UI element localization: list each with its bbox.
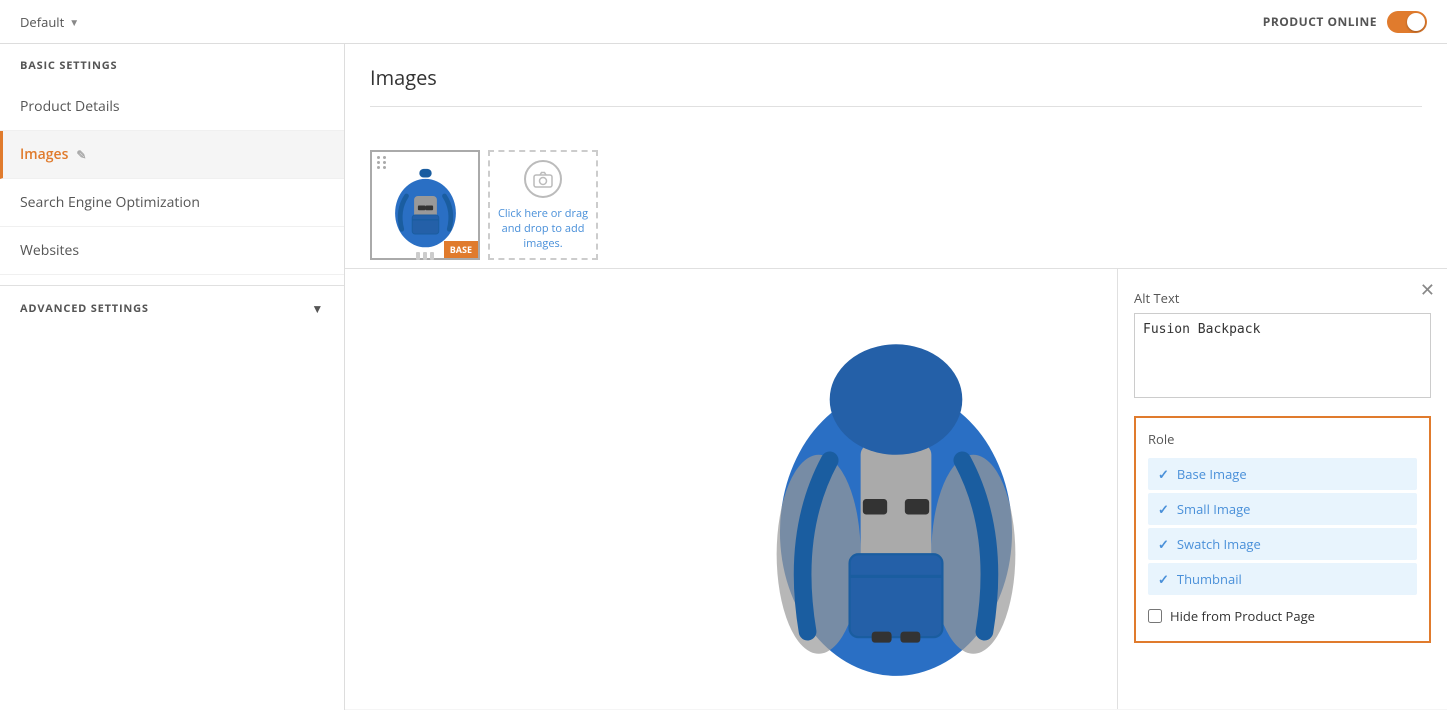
store-selector[interactable]: Default ▼ [20, 13, 79, 31]
sidebar-item-product-details[interactable]: Product Details [0, 83, 344, 131]
drag-handle-icon [377, 156, 387, 169]
role-item-swatch-image[interactable]: ✓ Swatch Image [1148, 528, 1417, 560]
large-preview-area: ✕ Alt Text Fusion Backpack Role ✓ Base I… [345, 269, 1447, 709]
role-label: Role [1148, 430, 1417, 448]
hide-label[interactable]: Hide from Product Page [1170, 607, 1315, 625]
role-label-small: Small Image [1177, 500, 1251, 518]
chevron-down-icon: ▼ [311, 300, 324, 317]
basic-settings-label: BASIC SETTINGS [0, 44, 344, 83]
sidebar-item-label: Websites [20, 241, 79, 260]
camera-icon [524, 160, 562, 198]
check-icon-base: ✓ [1158, 465, 1169, 483]
content-area: Images [345, 44, 1447, 710]
product-online-label: PRODUCT ONLINE [1263, 13, 1377, 30]
product-image-thumb [378, 158, 473, 253]
alt-text-input[interactable]: Fusion Backpack [1134, 313, 1431, 398]
add-image-button[interactable]: Click here or drag and drop to add image… [488, 150, 598, 260]
sidebar-item-label: Product Details [20, 97, 120, 116]
hide-checkbox[interactable] [1148, 609, 1162, 623]
role-section: Role ✓ Base Image ✓ Small Image ✓ Swatch… [1134, 416, 1431, 643]
role-item-small-image[interactable]: ✓ Small Image [1148, 493, 1417, 525]
advanced-settings-section[interactable]: ADVANCED SETTINGS ▼ [0, 285, 344, 331]
images-header-panel: Images [345, 44, 1447, 142]
check-icon-thumbnail: ✓ [1158, 570, 1169, 588]
images-title: Images [370, 64, 1422, 107]
role-label-swatch: Swatch Image [1177, 535, 1261, 553]
base-badge: BASE [444, 241, 478, 258]
images-strip: BASE Click here or drag and dro [345, 142, 1447, 269]
role-item-base-image[interactable]: ✓ Base Image [1148, 458, 1417, 490]
sidebar-item-seo[interactable]: Search Engine Optimization [0, 179, 344, 227]
close-button[interactable]: ✕ [1420, 281, 1435, 299]
sidebar-item-label: Images [20, 145, 68, 164]
role-item-thumbnail[interactable]: ✓ Thumbnail [1148, 563, 1417, 595]
check-icon-swatch: ✓ [1158, 535, 1169, 553]
right-panel: ✕ Alt Text Fusion Backpack Role ✓ Base I… [1117, 269, 1447, 709]
image-thumbnail[interactable]: BASE [370, 150, 480, 260]
top-bar: Default ▼ PRODUCT ONLINE [0, 0, 1447, 44]
alt-text-label: Alt Text [1134, 289, 1431, 307]
drag-indicator [410, 252, 440, 260]
sidebar-item-label: Search Engine Optimization [20, 193, 200, 212]
check-icon-small: ✓ [1158, 500, 1169, 518]
edit-icon[interactable]: ✎ [76, 146, 86, 163]
product-image-large [686, 289, 1106, 709]
sidebar-item-websites[interactable]: Websites [0, 227, 344, 275]
add-image-label: Click here or drag and drop to add image… [490, 206, 596, 251]
store-label: Default [20, 13, 64, 31]
product-online-toggle[interactable] [1387, 11, 1427, 33]
chevron-down-icon: ▼ [69, 15, 79, 29]
main-layout: BASIC SETTINGS Product Details Images ✎ … [0, 44, 1447, 710]
hide-from-product-page-row: Hide from Product Page [1148, 607, 1417, 629]
role-label-base: Base Image [1177, 465, 1247, 483]
advanced-settings-label: ADVANCED SETTINGS [20, 301, 149, 316]
sidebar: BASIC SETTINGS Product Details Images ✎ … [0, 44, 345, 710]
product-online-area: PRODUCT ONLINE [1263, 11, 1427, 33]
role-label-thumbnail: Thumbnail [1177, 570, 1242, 588]
sidebar-item-images[interactable]: Images ✎ [0, 131, 344, 179]
